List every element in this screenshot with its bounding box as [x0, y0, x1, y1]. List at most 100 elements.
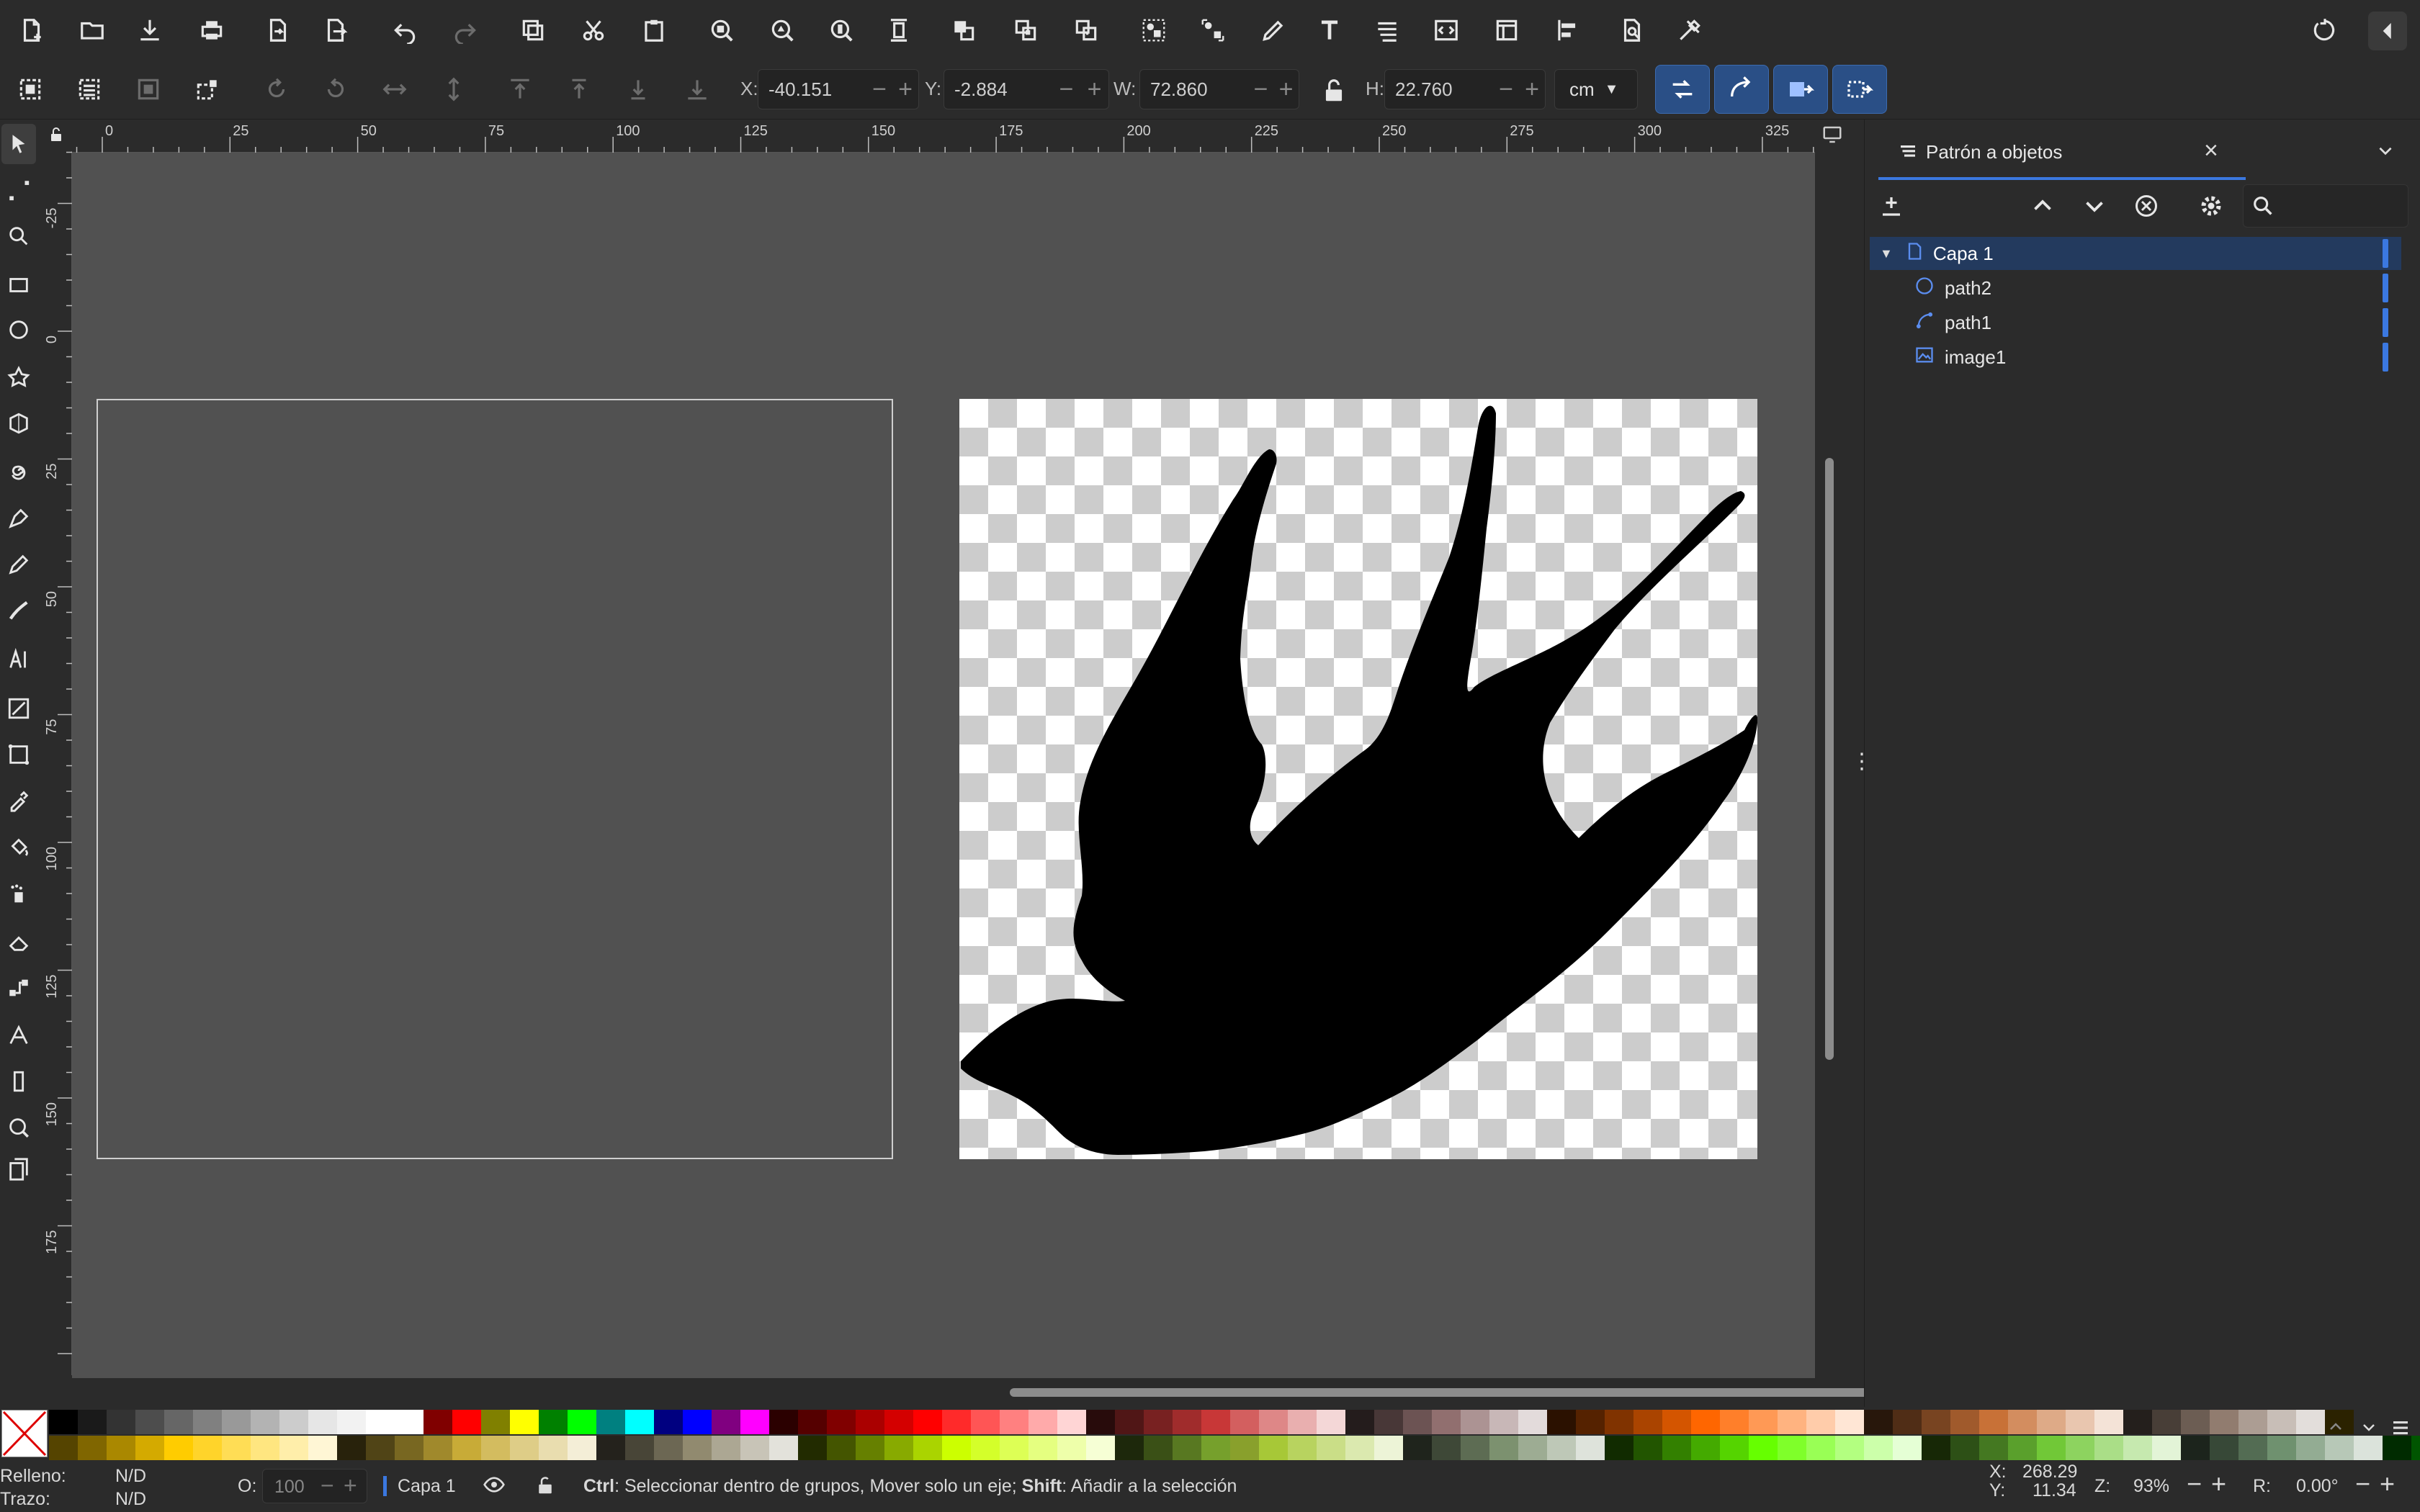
color-swatch[interactable] [193, 1436, 222, 1460]
color-swatch[interactable] [1432, 1410, 1461, 1434]
color-swatch[interactable] [1634, 1410, 1662, 1434]
color-swatch[interactable] [1403, 1436, 1432, 1460]
color-swatch[interactable] [1605, 1410, 1634, 1434]
color-swatch[interactable] [1489, 1410, 1518, 1434]
visibility-eye-icon[interactable] [481, 1473, 507, 1501]
pencil-tool-icon[interactable] [1, 544, 36, 585]
color-swatch[interactable] [251, 1436, 279, 1460]
color-swatch[interactable] [366, 1410, 395, 1434]
color-swatch[interactable] [308, 1436, 337, 1460]
color-swatch[interactable] [1144, 1410, 1173, 1434]
x-decrement-button[interactable]: − [866, 76, 892, 104]
deselect-icon[interactable] [189, 71, 226, 108]
lower-to-bottom-icon[interactable] [678, 71, 716, 108]
fill-stroke-icon[interactable] [1255, 12, 1292, 49]
y-input[interactable] [944, 78, 1052, 101]
palette-menu-icon[interactable] [2390, 1417, 2411, 1442]
color-swatch[interactable] [740, 1410, 769, 1434]
color-swatch[interactable] [481, 1436, 510, 1460]
color-swatch[interactable] [481, 1410, 510, 1434]
tree-row-capa-1[interactable]: ▼ Capa 1 [1870, 237, 2401, 270]
color-swatch[interactable] [1950, 1436, 1979, 1460]
mesh-tool-icon[interactable] [1, 734, 36, 775]
lower-icon[interactable] [619, 71, 657, 108]
color-swatch[interactable] [2238, 1436, 2267, 1460]
tab-objects[interactable]: Patrón a objetos × [1878, 125, 2246, 180]
lpe-tool-icon[interactable] [1, 1015, 36, 1056]
opacity-value[interactable]: 100 [274, 1477, 305, 1498]
color-swatch[interactable] [1979, 1410, 2008, 1434]
color-swatch[interactable] [2354, 1436, 2383, 1460]
h-input[interactable] [1385, 78, 1493, 101]
find-replace-icon[interactable] [1613, 12, 1651, 49]
color-swatch[interactable] [1864, 1436, 1893, 1460]
color-swatch[interactable] [1518, 1436, 1547, 1460]
color-swatch[interactable] [568, 1436, 596, 1460]
color-swatch[interactable] [913, 1436, 942, 1460]
tree-row-path1[interactable]: path1 [1870, 306, 2401, 339]
color-swatch[interactable] [1749, 1410, 1778, 1434]
color-swatch[interactable] [452, 1410, 481, 1434]
group-icon[interactable] [1135, 12, 1173, 49]
color-swatch[interactable] [683, 1436, 712, 1460]
color-swatch[interactable] [424, 1436, 452, 1460]
color-swatch[interactable] [1662, 1410, 1691, 1434]
ellipse-tool-icon[interactable] [1, 310, 36, 350]
zoom-tool-icon[interactable] [1, 1107, 36, 1148]
color-swatch[interactable] [1432, 1436, 1461, 1460]
undo-icon[interactable] [386, 12, 424, 49]
lock-ratio-icon[interactable] [1315, 72, 1353, 109]
color-swatch[interactable] [1979, 1436, 2008, 1460]
color-swatch[interactable] [395, 1410, 424, 1434]
canvas[interactable] [72, 153, 1815, 1378]
select-same-icon[interactable] [130, 71, 167, 108]
palette-scroll-up-icon[interactable] [2325, 1418, 2347, 1439]
color-swatch[interactable] [769, 1436, 798, 1460]
vertical-ruler[interactable]: -50-250255075100125150175 [40, 80, 72, 1375]
color-swatch[interactable] [2152, 1410, 2181, 1434]
raise-icon[interactable] [560, 71, 598, 108]
color-swatch[interactable] [1259, 1410, 1288, 1434]
color-swatch[interactable] [712, 1410, 740, 1434]
rotate-ccw-icon[interactable] [258, 71, 295, 108]
copy-icon[interactable] [514, 12, 552, 49]
select-all-icon[interactable] [12, 71, 49, 108]
color-swatch[interactable] [1893, 1436, 1922, 1460]
color-swatch[interactable] [1778, 1410, 1806, 1434]
unit-select[interactable]: cm ▼ [1554, 69, 1638, 109]
zoom-drawing-icon[interactable] [763, 12, 801, 49]
rotate-cw-icon[interactable] [317, 71, 354, 108]
color-swatch[interactable] [251, 1410, 279, 1434]
horizontal-ruler[interactable]: 0 25 50 75 100 125 150 175 200 225 250 275 300 325 [72, 120, 1815, 153]
vertical-scrollbar-thumb[interactable] [1825, 458, 1834, 1060]
color-swatch[interactable] [769, 1410, 798, 1434]
color-swatch[interactable] [654, 1436, 683, 1460]
color-swatch[interactable] [1317, 1436, 1345, 1460]
current-layer[interactable]: Capa 1 [398, 1476, 456, 1497]
tree-row-image1[interactable]: image1 [1870, 341, 2401, 374]
color-swatch[interactable] [856, 1410, 884, 1434]
w-input[interactable] [1140, 78, 1248, 101]
color-swatch[interactable] [2181, 1410, 2210, 1434]
color-swatch[interactable] [798, 1410, 827, 1434]
color-swatch[interactable] [2267, 1436, 2296, 1460]
color-swatch[interactable] [1173, 1410, 1201, 1434]
ruler-corner[interactable] [40, 120, 72, 153]
color-swatch[interactable] [1634, 1436, 1662, 1460]
y-decrement-button[interactable]: − [1052, 76, 1080, 104]
color-swatch[interactable] [1288, 1410, 1317, 1434]
flip-horizontal-icon[interactable] [376, 71, 413, 108]
color-swatch[interactable] [942, 1436, 971, 1460]
color-swatch[interactable] [1201, 1410, 1230, 1434]
color-swatch[interactable] [1230, 1410, 1259, 1434]
reset-view-icon[interactable] [2306, 12, 2344, 49]
open-icon[interactable] [73, 12, 111, 49]
color-swatch[interactable] [1576, 1436, 1605, 1460]
clone-icon[interactable] [1007, 12, 1044, 49]
color-swatch[interactable] [1547, 1410, 1576, 1434]
color-swatch[interactable] [2152, 1436, 2181, 1460]
w-spinbox[interactable]: −+ [1139, 69, 1299, 109]
color-swatch[interactable] [2267, 1410, 2296, 1434]
scale-corners-button[interactable] [1714, 65, 1769, 114]
y-increment-button[interactable]: + [1080, 76, 1108, 104]
